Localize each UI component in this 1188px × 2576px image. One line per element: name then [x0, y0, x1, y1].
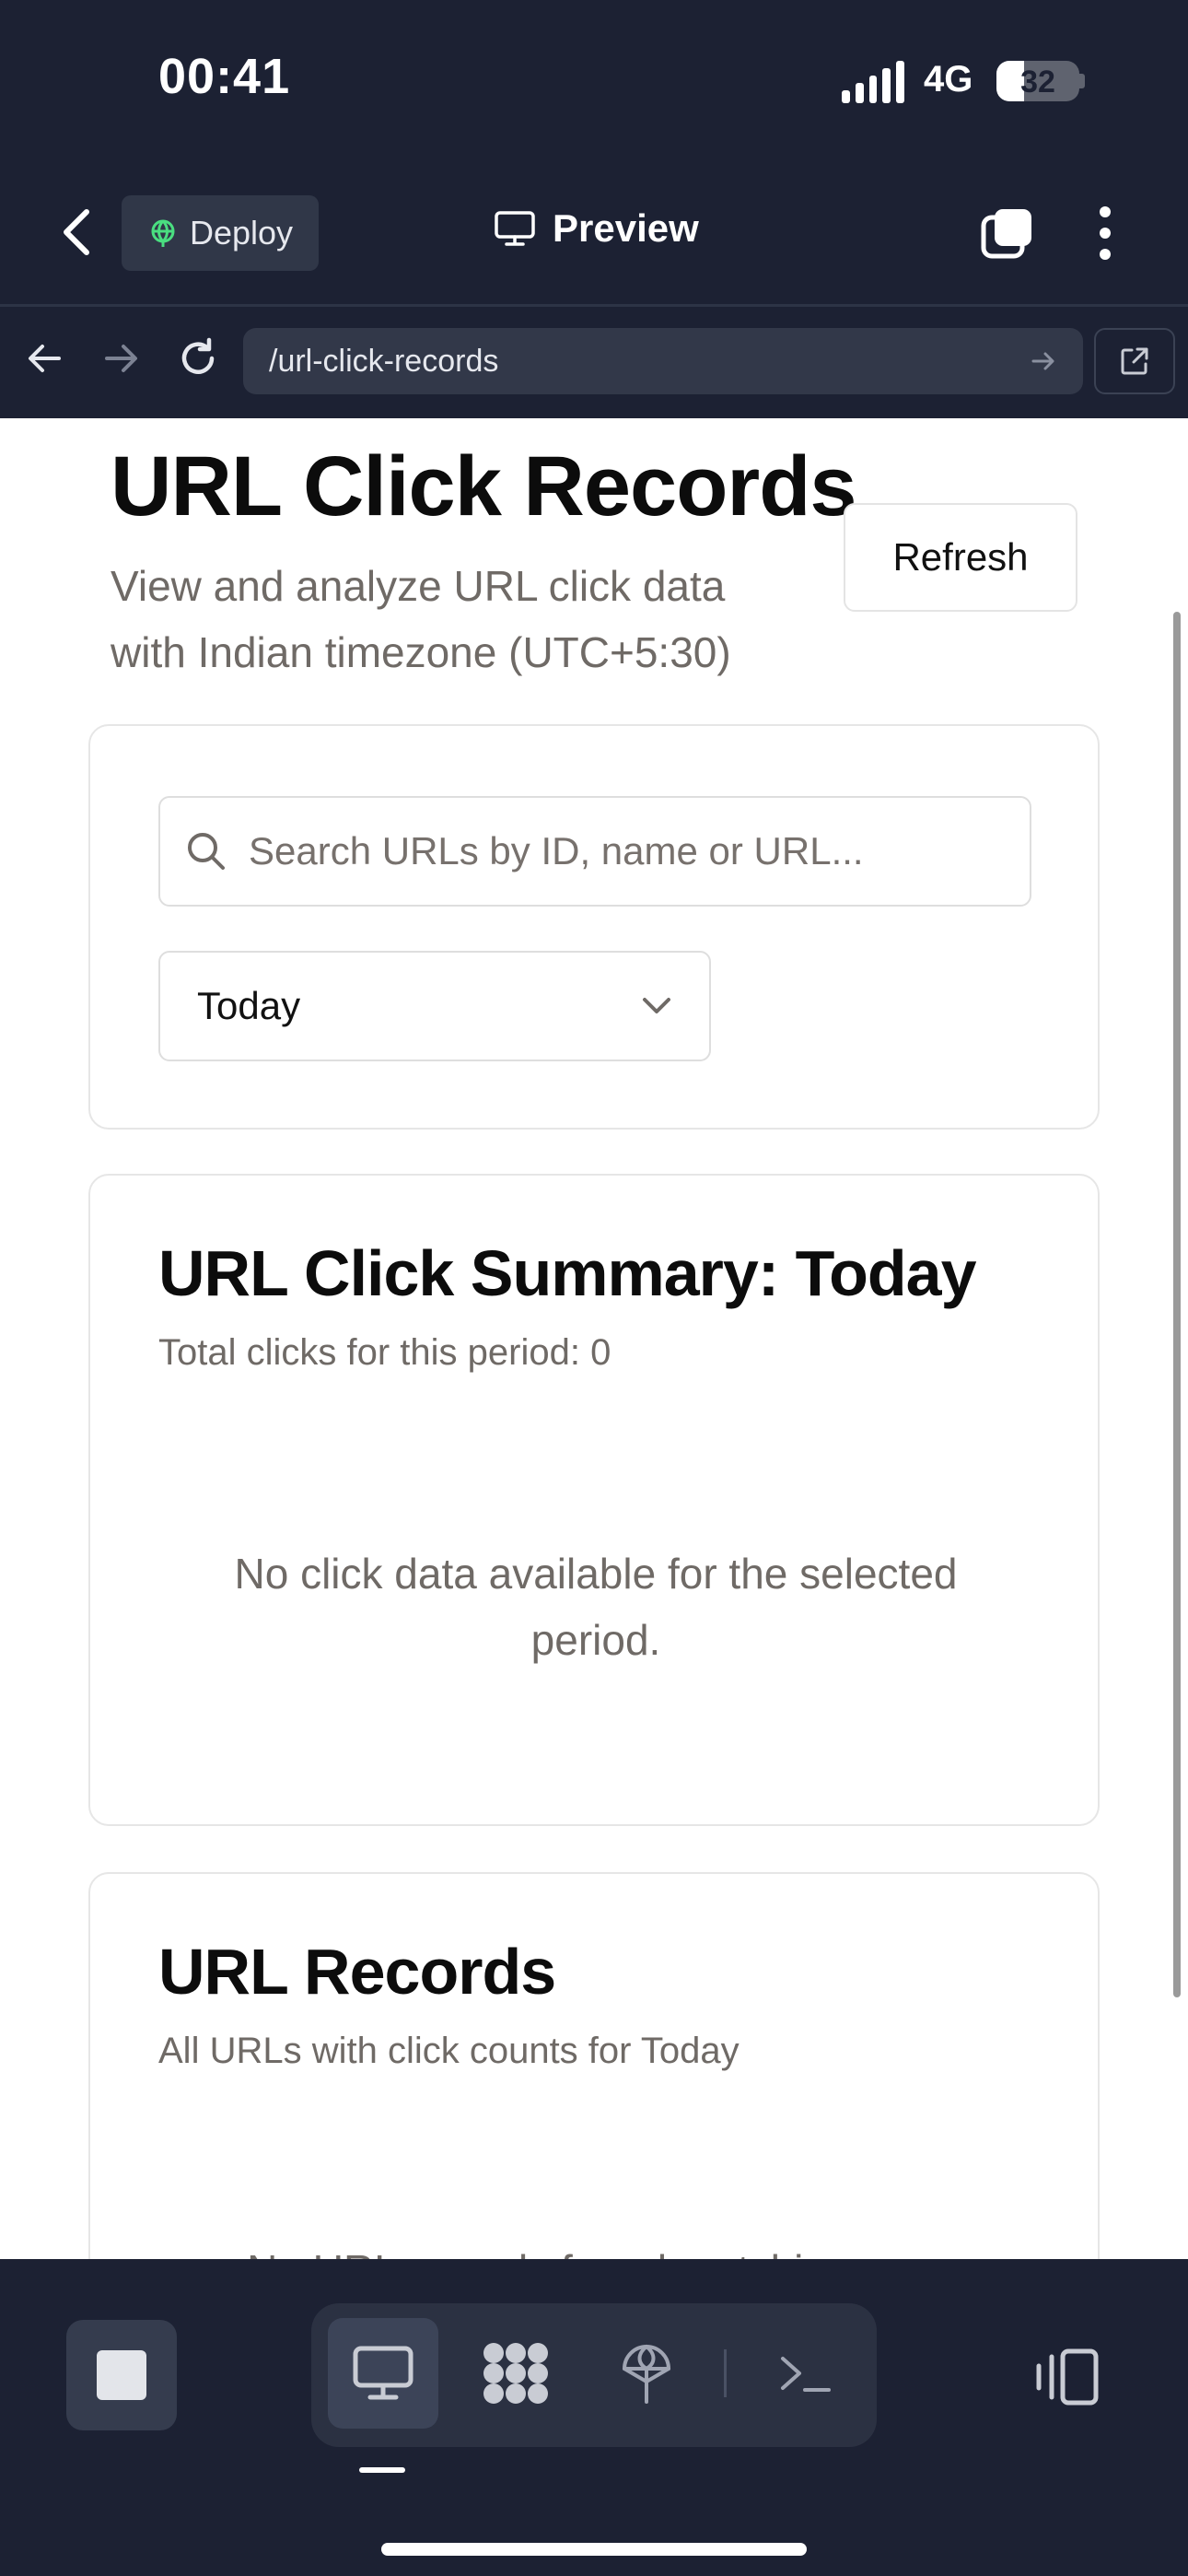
- deploy-label: Deploy: [190, 214, 294, 252]
- deploy-view-button[interactable]: [591, 2318, 702, 2429]
- battery-cap: [1079, 74, 1085, 88]
- reload-button[interactable]: [175, 335, 221, 381]
- monitor-icon: [353, 2346, 413, 2400]
- records-empty-message: No URL records found matching your: [182, 2237, 1009, 2259]
- signal-icon: [842, 61, 904, 103]
- external-link-icon: [1121, 347, 1148, 375]
- preview-tab[interactable]: Preview: [494, 206, 699, 251]
- terminal-icon: [781, 2357, 831, 2392]
- chevron-left-icon: [64, 209, 89, 255]
- battery-level: 32: [1020, 64, 1055, 100]
- scrollbar[interactable]: [1173, 612, 1181, 1997]
- back-button[interactable]: [57, 205, 98, 260]
- header-divider: [0, 304, 1188, 307]
- records-card: URL Records All URLs with click counts f…: [88, 1872, 1100, 2259]
- preview-label: Preview: [553, 206, 699, 250]
- preview-view-button[interactable]: [328, 2318, 438, 2429]
- nav-forward-button[interactable]: [99, 337, 142, 380]
- deploy-icon: [623, 2345, 670, 2404]
- page-subtitle: View and analyze URL click data with Ind…: [111, 562, 731, 676]
- page-title: URL Click Records: [111, 439, 857, 533]
- summary-card: URL Click Summary: Today Total clicks fo…: [88, 1174, 1100, 1826]
- deploy-button[interactable]: Deploy: [122, 195, 319, 271]
- stop-button[interactable]: [66, 2320, 177, 2430]
- tabs-icon: [981, 209, 1031, 259]
- battery-icon: 32: [996, 61, 1079, 101]
- more-vertical-icon: [1100, 206, 1111, 260]
- apps-view-button[interactable]: [460, 2318, 571, 2429]
- go-arrow-icon[interactable]: [1030, 347, 1057, 375]
- refresh-button[interactable]: Refresh: [844, 503, 1077, 612]
- page-viewport[interactable]: URL Click Records View and analyze URL c…: [0, 418, 1188, 2259]
- arrow-right-icon: [105, 345, 137, 372]
- period-select-value: Today: [197, 984, 301, 1027]
- url-text: /url-click-records: [269, 343, 499, 379]
- chevron-down-icon: [643, 998, 670, 1013]
- url-bar[interactable]: /url-click-records: [243, 328, 1083, 394]
- status-time: 00:41: [158, 49, 291, 104]
- network-type: 4G: [924, 59, 973, 100]
- filter-card: Today: [88, 724, 1100, 1130]
- period-select[interactable]: Today: [158, 951, 711, 1061]
- nav-back-button[interactable]: [24, 337, 66, 380]
- records-title: URL Records: [158, 1936, 556, 2008]
- device-toggle-button[interactable]: [1031, 2348, 1100, 2406]
- reload-icon: [181, 337, 215, 374]
- view-switcher: [311, 2303, 877, 2447]
- summary-title: URL Click Summary: Today: [158, 1237, 977, 1309]
- search-field[interactable]: [158, 796, 1031, 907]
- stop-icon: [97, 2350, 146, 2400]
- open-external-button[interactable]: [1094, 328, 1175, 394]
- search-icon: [188, 833, 225, 870]
- summary-total: Total clicks for this period: 0: [158, 1332, 611, 1373]
- home-indicator: [381, 2543, 807, 2556]
- terminal-view-button[interactable]: [750, 2318, 860, 2429]
- search-input[interactable]: [247, 828, 1006, 874]
- devices-icon: [1036, 2348, 1099, 2406]
- bottom-toolbar: [0, 2259, 1188, 2576]
- apps-icon: [483, 2343, 548, 2404]
- active-view-indicator: [359, 2467, 405, 2473]
- toolbar-divider: [724, 2349, 727, 2397]
- globe-icon: [151, 219, 175, 247]
- monitor-icon: [495, 211, 535, 246]
- summary-empty-message: No click data available for the selected…: [234, 1550, 958, 1664]
- tabs-button[interactable]: [980, 206, 1035, 262]
- more-button[interactable]: [1092, 205, 1118, 262]
- records-description: All URLs with click counts for Today: [158, 2031, 740, 2071]
- arrow-left-icon: [29, 345, 61, 372]
